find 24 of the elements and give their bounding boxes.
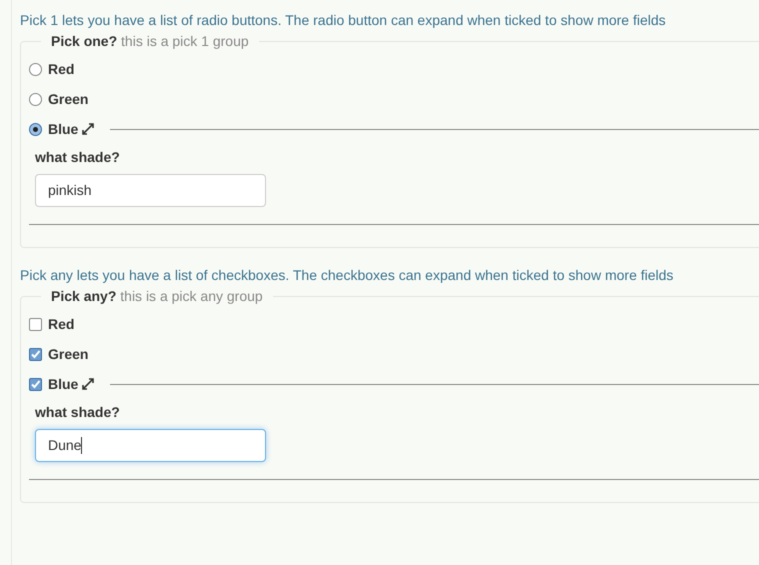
- group-description: Pick 1 lets you have a list of radio buttons. The radio button can expand when ticked to show more fields: [20, 11, 667, 30]
- expand-icon: [82, 123, 94, 135]
- checkbox[interactable]: [29, 348, 42, 360]
- text-field[interactable]: Dune: [35, 429, 266, 462]
- group-hint: this is a pick any group: [120, 288, 263, 304]
- option-label: Blue: [48, 374, 78, 394]
- field-label: what shade?: [35, 403, 121, 422]
- option-label: Green: [48, 90, 88, 108]
- group-hint: this is a pick 1 group: [121, 33, 249, 49]
- expand-icon: [82, 378, 94, 390]
- option-label: Red: [48, 60, 74, 78]
- radio-button[interactable]: [29, 122, 42, 136]
- option-label: Green: [48, 344, 88, 364]
- radio-button[interactable]: [29, 92, 42, 106]
- field-label: what shade?: [35, 148, 121, 167]
- radio-button[interactable]: [29, 62, 42, 76]
- text-field[interactable]: pinkish: [35, 174, 266, 207]
- group-title: Pick any?: [51, 288, 116, 304]
- option-label: Blue: [48, 120, 78, 138]
- option-label: Red: [48, 314, 74, 334]
- checkbox[interactable]: [29, 318, 42, 330]
- group-description: Pick any lets you have a list of checkboxes. The checkboxes can expand when ticked to show more fields: [20, 266, 674, 285]
- group-title: Pick one?: [51, 33, 118, 49]
- checkbox[interactable]: [29, 378, 42, 390]
